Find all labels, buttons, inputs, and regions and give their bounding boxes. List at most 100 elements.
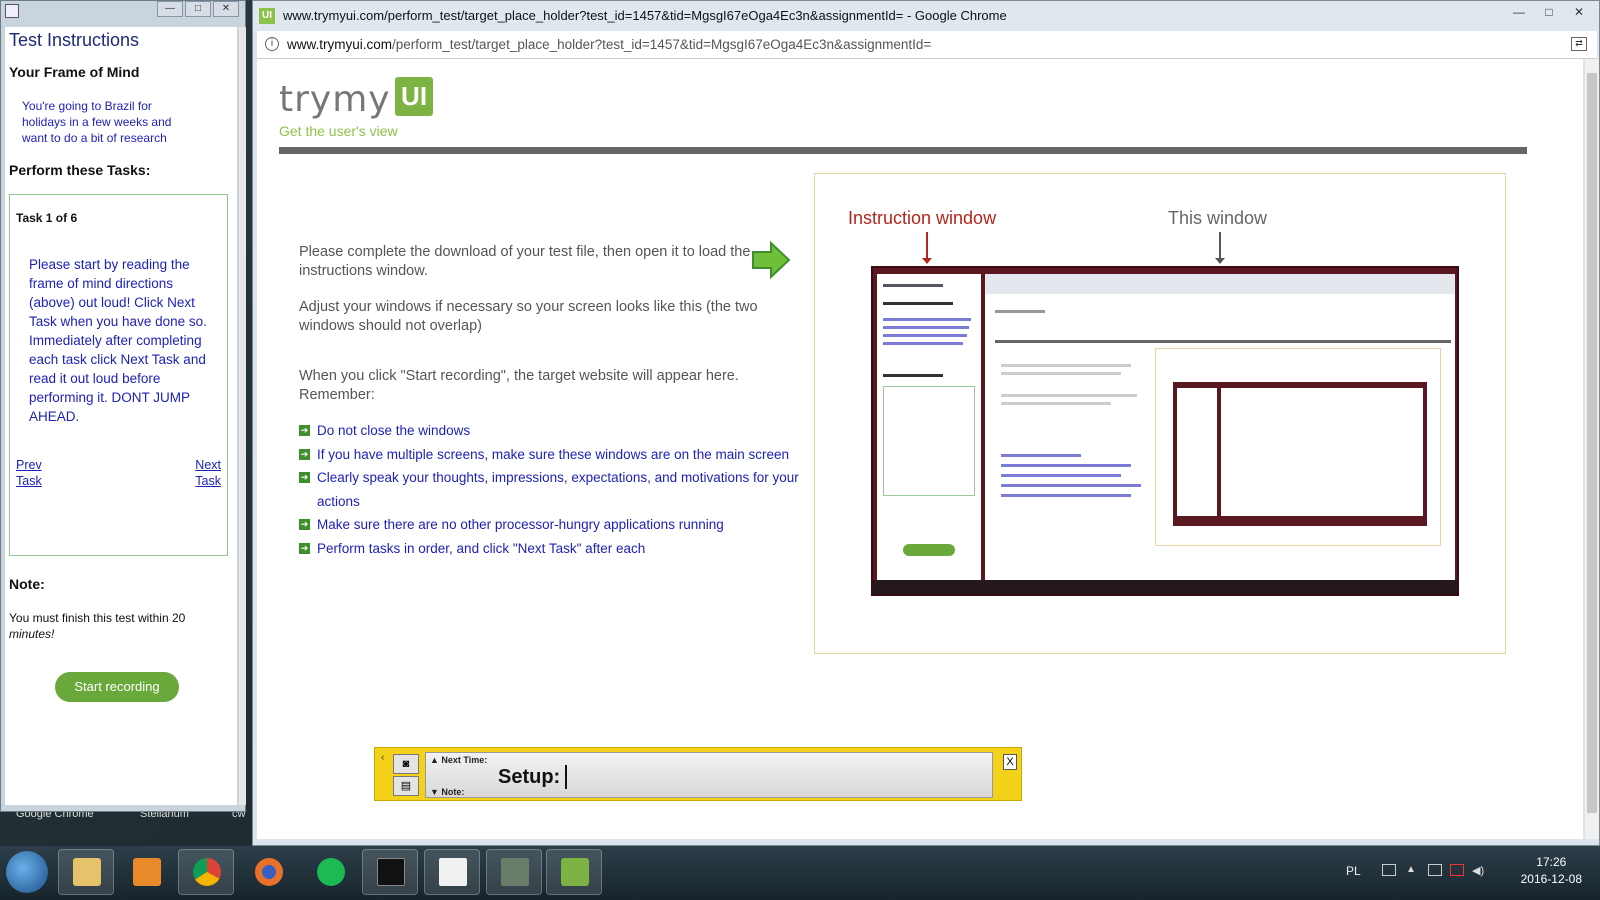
- rule-text: Do not close the windows: [317, 423, 471, 438]
- instruction-panel: Test Instructions Your Frame of Mind You…: [5, 27, 237, 805]
- action-center-icon[interactable]: [1428, 864, 1442, 876]
- volume-icon[interactable]: ◀): [1472, 864, 1486, 877]
- header-divider: [279, 147, 1527, 154]
- close-button[interactable]: ✕: [213, 1, 239, 17]
- list-item: ➔ Perform tasks in order, and click "Next…: [299, 537, 799, 561]
- start-recording-button[interactable]: Start recording: [55, 672, 179, 702]
- setup-label: Setup:: [498, 766, 561, 788]
- media-player-icon: [133, 858, 161, 886]
- download-instruction: Please complete the download of your tes…: [299, 244, 751, 279]
- notes-icon[interactable]: ▤: [393, 776, 419, 796]
- chrome-titlebar[interactable]: UI www.trymyui.com/perform_test/target_p…: [253, 1, 1599, 31]
- example-instruction-pane: [877, 274, 981, 580]
- list-item: ➔ Clearly speak your thoughts, impression…: [299, 466, 799, 513]
- example-taskbar: [873, 580, 1457, 594]
- media-player-taskbar-button[interactable]: [118, 849, 174, 895]
- task-text: Please start by reading the frame of min…: [29, 257, 207, 424]
- instruction-window-titlebar[interactable]: — □ ✕: [1, 1, 245, 27]
- recorder-taskbar-button[interactable]: [486, 849, 542, 895]
- screen-recorder-icon: [501, 858, 529, 886]
- system-tray: PL ▲ ◀) 17:26 2016-12-08: [1320, 846, 1600, 900]
- page-scrollbar[interactable]: [1585, 59, 1599, 839]
- start-button[interactable]: [6, 851, 48, 893]
- note-label[interactable]: ▼ Note:: [430, 787, 464, 797]
- show-hidden-icons-icon[interactable]: ▲: [1406, 864, 1420, 876]
- next-task-link[interactable]: Next Task: [181, 457, 221, 489]
- clock[interactable]: 17:26 2016-12-08: [1521, 854, 1582, 888]
- chrome-icon: [193, 858, 221, 886]
- address-bar[interactable]: i www.trymyui.com/perform_test/target_pl…: [257, 31, 1597, 59]
- camera-icon[interactable]: ◙: [393, 754, 419, 774]
- maximize-button[interactable]: □: [1535, 3, 1563, 21]
- example-browser-pane: [985, 274, 1455, 580]
- note-heading: Note:: [9, 576, 45, 592]
- list-item: ➔ If you have multiple screens, make sure…: [299, 443, 799, 467]
- task-counter: Task 1 of 6: [16, 211, 78, 225]
- keyboard-icon[interactable]: [1382, 864, 1396, 876]
- translate-icon[interactable]: ⇄: [1571, 37, 1587, 51]
- url-text[interactable]: www.trymyui.com/perform_test/target_plac…: [287, 37, 931, 52]
- chrome-window-title: www.trymyui.com/perform_test/target_plac…: [283, 8, 1007, 23]
- spotify-taskbar-button[interactable]: [302, 849, 358, 895]
- info-icon[interactable]: i: [265, 37, 279, 51]
- minimize-button[interactable]: —: [157, 1, 183, 17]
- logo-ui-badge: UI: [395, 77, 434, 116]
- task-box: Task 1 of 6 Please start by reading the …: [9, 194, 228, 556]
- firefox-taskbar-button[interactable]: [240, 849, 296, 895]
- trymyui-favicon-icon: UI: [259, 8, 275, 24]
- list-item: ➔ Make sure there are no other processor-…: [299, 513, 799, 537]
- trymyui-taskbar-button[interactable]: [546, 849, 602, 895]
- arrow-down-icon: [1215, 232, 1225, 264]
- folder-icon: [73, 858, 101, 886]
- instruction-scrollbar[interactable]: [239, 27, 246, 805]
- logo-tagline: Get the user's view: [279, 123, 398, 139]
- note-unit: minutes!: [9, 627, 55, 641]
- page-content: trymy UI Get the user's view Please comp…: [257, 59, 1583, 839]
- network-icon[interactable]: [1450, 864, 1464, 876]
- rule-text: Make sure there are no other processor-h…: [317, 517, 724, 532]
- cmd-taskbar-button[interactable]: [362, 849, 418, 895]
- frame-of-mind-heading: Your Frame of Mind: [9, 64, 140, 80]
- app-icon: [5, 4, 19, 18]
- check-icon: ➔: [299, 542, 310, 554]
- next-time-label[interactable]: ▲ Next Time:: [430, 755, 487, 765]
- instructions-title: Test Instructions: [9, 30, 140, 50]
- chrome-taskbar-button[interactable]: [178, 849, 234, 895]
- list-item: ➔ Do not close the windows: [299, 419, 799, 443]
- prev-task-link[interactable]: Prev Task: [16, 457, 56, 489]
- capture-toolbar: ‹ ◙ ▤ ▲ Next Time: ▼ Note: Setup: X: [374, 747, 1022, 801]
- note-text: You must finish this test within 20 minu…: [5, 592, 205, 642]
- frame-of-mind-text: You're going to Brazil for holidays in a…: [22, 99, 172, 145]
- scrollbar-thumb[interactable]: [1587, 73, 1597, 813]
- recording-instruction: When you click "Start recording", the ta…: [299, 368, 739, 403]
- url-host: www.trymyui.com: [287, 37, 393, 52]
- url-path: /perform_test/target_place_holder?test_i…: [392, 37, 932, 52]
- explorer-taskbar-button[interactable]: [58, 849, 114, 895]
- setup-field[interactable]: ▲ Next Time: ▼ Note: Setup:: [425, 752, 993, 798]
- notepad-icon: [439, 858, 467, 886]
- rules-list: ➔ Do not close the windows ➔ If you have m…: [299, 419, 799, 560]
- check-icon: ➔: [299, 472, 310, 483]
- logo-text: trymy: [279, 79, 391, 120]
- arrow-right-icon: [752, 241, 791, 279]
- tasks-heading: Perform these Tasks:: [9, 162, 151, 178]
- language-indicator[interactable]: PL: [1346, 864, 1361, 878]
- maximize-button[interactable]: □: [185, 1, 211, 17]
- firefox-icon: [255, 858, 283, 886]
- check-icon: ➔: [299, 519, 310, 530]
- instruction-window: — □ ✕ Test Instructions Your Frame of Mi…: [0, 0, 246, 812]
- example-screenshot-image: [871, 266, 1459, 596]
- arrow-down-icon: [922, 232, 932, 264]
- collapse-icon[interactable]: ‹: [381, 752, 384, 763]
- rule-text: Clearly speak your thoughts, impressions…: [317, 470, 799, 509]
- close-button[interactable]: ✕: [1565, 3, 1593, 21]
- text-caret: [565, 765, 567, 789]
- close-toolbar-button[interactable]: X: [1003, 754, 1017, 770]
- clock-date: 2016-12-08: [1520, 872, 1582, 886]
- notepad-taskbar-button[interactable]: [424, 849, 480, 895]
- check-icon: ➔: [299, 425, 310, 436]
- chrome-window: UI www.trymyui.com/perform_test/target_p…: [252, 0, 1600, 846]
- adjust-windows-instruction: Adjust your windows if necessary so your…: [299, 299, 758, 334]
- this-window-label: This window: [1168, 208, 1268, 228]
- minimize-button[interactable]: —: [1505, 3, 1533, 21]
